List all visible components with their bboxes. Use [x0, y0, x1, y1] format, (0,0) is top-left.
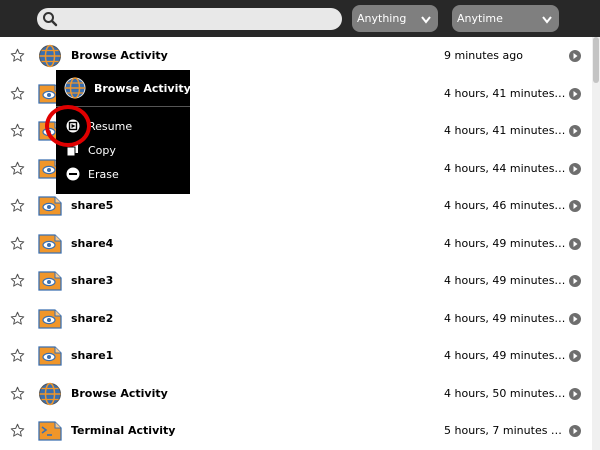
entry-time: 4 hours, 49 minutes… [444, 311, 566, 325]
entry-time: 4 hours, 49 minutes… [444, 274, 566, 287]
entry-time: 4 hours, 46 minutes… [444, 199, 566, 212]
scrollbar[interactable] [592, 37, 600, 450]
share-icon[interactable] [38, 269, 62, 293]
entry-title: share4 [71, 236, 114, 250]
terminal-icon[interactable] [38, 419, 62, 443]
entry-title: Browse Activity [71, 49, 168, 62]
palette-item-resume[interactable]: Resume [56, 115, 190, 138]
star-icon[interactable] [10, 386, 25, 404]
chevron-down-icon [421, 14, 431, 27]
share-icon[interactable] [38, 194, 62, 218]
browse-icon[interactable] [38, 44, 62, 68]
palette-item-erase[interactable]: Erase [56, 163, 190, 186]
entry-time: 4 hours, 50 minutes… [444, 386, 566, 400]
details-arrow-icon[interactable] [569, 200, 581, 212]
star-icon[interactable] [10, 86, 25, 104]
entry-title: Browse Activity [71, 386, 168, 400]
entry-time: 4 hours, 41 minutes… [444, 86, 566, 100]
details-arrow-icon[interactable] [569, 87, 581, 100]
star-icon[interactable] [10, 236, 25, 254]
share-icon[interactable] [38, 232, 62, 256]
list-item[interactable]: share2 4 hours, 49 minutes… [0, 300, 590, 338]
context-palette: Browse Activity Resume Copy Erase [56, 70, 191, 194]
browse-icon[interactable] [38, 382, 62, 406]
star-icon[interactable] [10, 198, 25, 216]
filter-when-dropdown[interactable]: Anytime [452, 5, 559, 32]
entry-title: share2 [71, 311, 114, 325]
list-item[interactable]: share4 4 hours, 49 minutes… [0, 225, 590, 263]
entry-time: 9 minutes ago [444, 49, 523, 62]
palette-item-copy[interactable]: Copy [56, 139, 190, 162]
details-arrow-icon[interactable] [569, 387, 581, 400]
resume-icon [66, 119, 80, 136]
details-arrow-icon[interactable] [569, 237, 581, 250]
star-icon[interactable] [10, 423, 25, 441]
entry-title: share1 [71, 349, 114, 362]
details-arrow-icon[interactable] [569, 275, 581, 287]
share-icon[interactable] [38, 307, 62, 331]
palette-title: Browse Activity [94, 82, 191, 95]
entry-time: 4 hours, 41 minutes… [444, 124, 566, 137]
list-item[interactable]: share1 4 hours, 49 minutes… [0, 337, 590, 375]
entry-time: 5 hours, 7 minutes … [444, 424, 562, 437]
details-arrow-icon[interactable] [569, 50, 581, 62]
star-icon[interactable] [10, 311, 25, 329]
entry-title: share3 [71, 274, 114, 287]
entry-time: 4 hours, 44 minutes… [444, 161, 566, 175]
palette-item-label: Copy [88, 144, 116, 157]
details-arrow-icon[interactable] [569, 125, 581, 137]
filter-what-label: Anything [357, 12, 407, 25]
browse-icon [64, 77, 86, 102]
palette-header: Browse Activity [56, 70, 191, 106]
erase-icon [66, 167, 80, 184]
search-input[interactable] [63, 10, 337, 30]
palette-divider [56, 106, 190, 107]
search-field[interactable] [37, 8, 342, 30]
copy-icon [66, 143, 80, 160]
list-item[interactable]: Terminal Activity 5 hours, 7 minutes … [0, 412, 590, 450]
list-item[interactable]: Browse Activity 9 minutes ago [0, 37, 590, 75]
palette-item-label: Erase [88, 168, 119, 181]
scrollbar-thumb[interactable] [593, 37, 599, 83]
filter-what-dropdown[interactable]: Anything [352, 5, 438, 32]
star-icon[interactable] [10, 348, 25, 366]
palette-item-label: Resume [88, 120, 133, 133]
entry-time: 4 hours, 49 minutes… [444, 236, 566, 250]
star-icon[interactable] [10, 48, 25, 66]
chevron-down-icon [542, 14, 552, 27]
entry-time: 4 hours, 49 minutes… [444, 349, 566, 362]
list-item[interactable]: Browse Activity 4 hours, 50 minutes… [0, 375, 590, 413]
details-arrow-icon[interactable] [569, 425, 581, 437]
share-icon[interactable] [38, 344, 62, 368]
search-icon [42, 11, 58, 30]
list-item[interactable]: share3 4 hours, 49 minutes… [0, 262, 590, 300]
details-arrow-icon[interactable] [569, 312, 581, 325]
star-icon[interactable] [10, 273, 25, 291]
details-arrow-icon[interactable] [569, 162, 581, 175]
entry-title: share5 [71, 199, 114, 212]
journal-toolbar: Anything Anytime [0, 0, 600, 37]
star-icon[interactable] [10, 161, 25, 179]
star-icon[interactable] [10, 123, 25, 141]
filter-when-label: Anytime [457, 12, 503, 25]
details-arrow-icon[interactable] [569, 350, 581, 362]
entry-title: Terminal Activity [71, 424, 176, 437]
